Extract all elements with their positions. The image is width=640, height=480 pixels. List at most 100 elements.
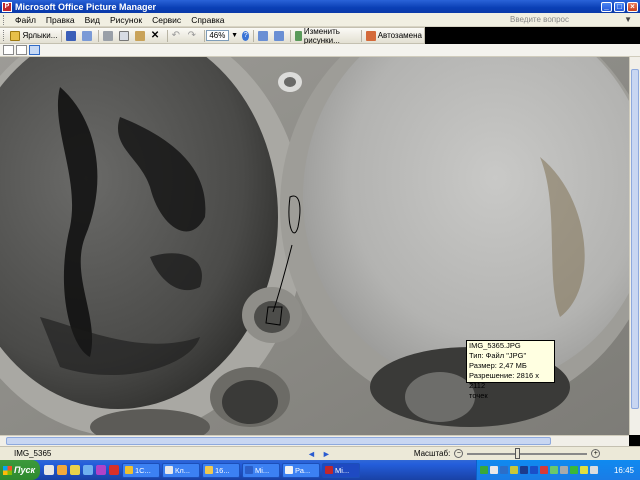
tray-icon[interactable] xyxy=(490,466,498,474)
menu-file[interactable]: Файл xyxy=(10,15,41,25)
quick-launch-icon[interactable] xyxy=(83,465,93,475)
rotate-left-button[interactable] xyxy=(256,29,272,43)
tray-icon[interactable] xyxy=(510,466,518,474)
taskbar-button-active[interactable]: Mi... xyxy=(322,462,360,478)
auto-correct-button[interactable]: Автозамена xyxy=(364,29,424,43)
taskbar-button-label: 1С... xyxy=(135,465,151,475)
tooltip-resolution-unit: точек xyxy=(469,391,488,400)
minimize-button[interactable]: _ xyxy=(601,1,612,12)
paste-icon xyxy=(134,30,145,41)
redo-button[interactable]: ↷ xyxy=(186,29,202,43)
tray-icon[interactable] xyxy=(580,466,588,474)
rotate-right-icon xyxy=(273,30,284,41)
taskbar-button-label: Mi... xyxy=(335,465,350,475)
folder-icon xyxy=(205,466,213,474)
status-bar: IMG_5365 ◄ ► Масштаб: − + xyxy=(0,446,640,460)
zoom-slider-knob[interactable] xyxy=(515,447,521,459)
file-info-tooltip: IMG_5365.JPG Тип: Файл "JPG" Размер: 2,4… xyxy=(466,340,555,400)
close-button[interactable]: × xyxy=(627,1,638,12)
picture-manager-icon xyxy=(325,466,333,474)
standard-toolbar: Ярлыки... ✕ ↶ ↷ 46% ▼ ? Изменить рисунки… xyxy=(0,26,425,45)
start-button[interactable]: Пуск xyxy=(0,460,40,480)
vertical-scroll-thumb[interactable] xyxy=(631,69,639,409)
taskbar-button[interactable]: 1С... xyxy=(122,462,160,478)
help-search-input[interactable]: Введите вопрос xyxy=(510,15,610,25)
picture-manager-icon: P xyxy=(2,1,12,12)
filmstrip-view-button[interactable] xyxy=(16,45,27,55)
tray-icon[interactable] xyxy=(550,466,558,474)
previous-picture-icon[interactable]: ◄ xyxy=(307,449,316,459)
folder-shortcut-icon xyxy=(10,30,21,41)
quick-launch-icon[interactable] xyxy=(109,465,119,475)
next-picture-icon[interactable]: ► xyxy=(322,449,331,459)
view-mode-bar xyxy=(0,44,640,57)
edit-pictures-button[interactable]: Изменить рисунки... xyxy=(293,26,359,45)
menu-bar: Файл Правка Вид Рисунок Сервис Справка В… xyxy=(0,13,640,27)
taskbar-button[interactable]: Ра... xyxy=(282,462,320,478)
menu-picture[interactable]: Рисунок xyxy=(105,15,147,25)
tray-icon[interactable] xyxy=(500,466,508,474)
tray-icon[interactable] xyxy=(540,466,548,474)
horizontal-scroll-thumb[interactable] xyxy=(6,437,551,445)
quick-launch-icon[interactable] xyxy=(96,465,106,475)
undo-button[interactable]: ↶ xyxy=(170,29,186,43)
tray-icon[interactable] xyxy=(520,466,528,474)
export-icon xyxy=(82,30,93,41)
quick-launch-icon[interactable] xyxy=(44,465,54,475)
zoom-label: Масштаб: xyxy=(413,449,451,458)
paste-button[interactable] xyxy=(133,29,149,43)
single-picture-view-button[interactable] xyxy=(29,45,40,55)
menu-tools[interactable]: Сервис xyxy=(147,15,186,25)
toolbar-separator xyxy=(61,29,63,42)
menu-edit[interactable]: Правка xyxy=(41,15,80,25)
copy-icon xyxy=(118,30,129,41)
tooltip-filename: IMG_5365.JPG xyxy=(469,341,521,350)
window-title: Microsoft Office Picture Manager xyxy=(15,1,157,12)
redo-icon: ↷ xyxy=(187,29,196,41)
menu-view[interactable]: Вид xyxy=(80,15,105,25)
undo-icon: ↶ xyxy=(171,29,180,41)
toolbar-separator xyxy=(203,29,205,42)
zoom-combo[interactable]: 46% xyxy=(206,30,230,41)
rotate-right-button[interactable] xyxy=(272,29,288,43)
taskbar-button[interactable]: Mi... xyxy=(242,462,280,478)
shortcuts-button[interactable]: Ярлыки... xyxy=(8,29,59,43)
help-icon[interactable]: ? xyxy=(242,30,250,41)
rotate-left-icon xyxy=(257,30,268,41)
tooltip-type: Тип: Файл "JPG" xyxy=(469,351,527,360)
zoom-out-icon[interactable]: − xyxy=(454,449,464,458)
system-tray: 16:45 xyxy=(476,460,640,480)
help-dropdown-icon[interactable]: ▼ xyxy=(624,15,632,24)
save-button[interactable] xyxy=(64,29,80,43)
zoom-slider[interactable] xyxy=(467,447,588,459)
windows-taskbar: Пуск 1С... Кл... 16... Mi... Ра... Mi...… xyxy=(0,460,640,480)
copy-button[interactable] xyxy=(117,29,133,43)
thumbnail-view-button[interactable] xyxy=(3,45,14,55)
zoom-dropdown-icon[interactable]: ▼ xyxy=(231,32,238,39)
edit-pictures-label: Изменить рисунки... xyxy=(303,26,340,45)
toolbar-separator xyxy=(166,29,168,42)
tray-icon[interactable] xyxy=(570,466,578,474)
save-icon xyxy=(66,30,77,41)
tray-icon[interactable] xyxy=(480,466,488,474)
toolbar-grip[interactable] xyxy=(3,30,5,41)
app-1c-icon xyxy=(125,466,133,474)
menu-grip[interactable] xyxy=(3,14,6,25)
cut-button[interactable] xyxy=(101,29,117,43)
quick-launch-icon[interactable] xyxy=(70,465,80,475)
export-button[interactable] xyxy=(80,29,96,43)
maximize-button[interactable]: □ xyxy=(614,1,625,12)
volume-icon[interactable] xyxy=(590,466,598,474)
vertical-scrollbar[interactable] xyxy=(629,57,640,435)
taskbar-button[interactable]: Кл... xyxy=(162,462,200,478)
zoom-in-icon[interactable]: + xyxy=(591,449,601,458)
word-icon xyxy=(245,466,253,474)
horizontal-scrollbar[interactable] xyxy=(0,435,629,446)
taskbar-button-label: Ра... xyxy=(295,465,311,475)
tray-icon[interactable] xyxy=(560,466,568,474)
quick-launch-icon[interactable] xyxy=(57,465,67,475)
taskbar-button[interactable]: 16... xyxy=(202,462,240,478)
language-indicator-icon[interactable] xyxy=(530,466,538,474)
delete-button[interactable]: ✕ xyxy=(149,29,165,43)
menu-help[interactable]: Справка xyxy=(186,15,229,25)
